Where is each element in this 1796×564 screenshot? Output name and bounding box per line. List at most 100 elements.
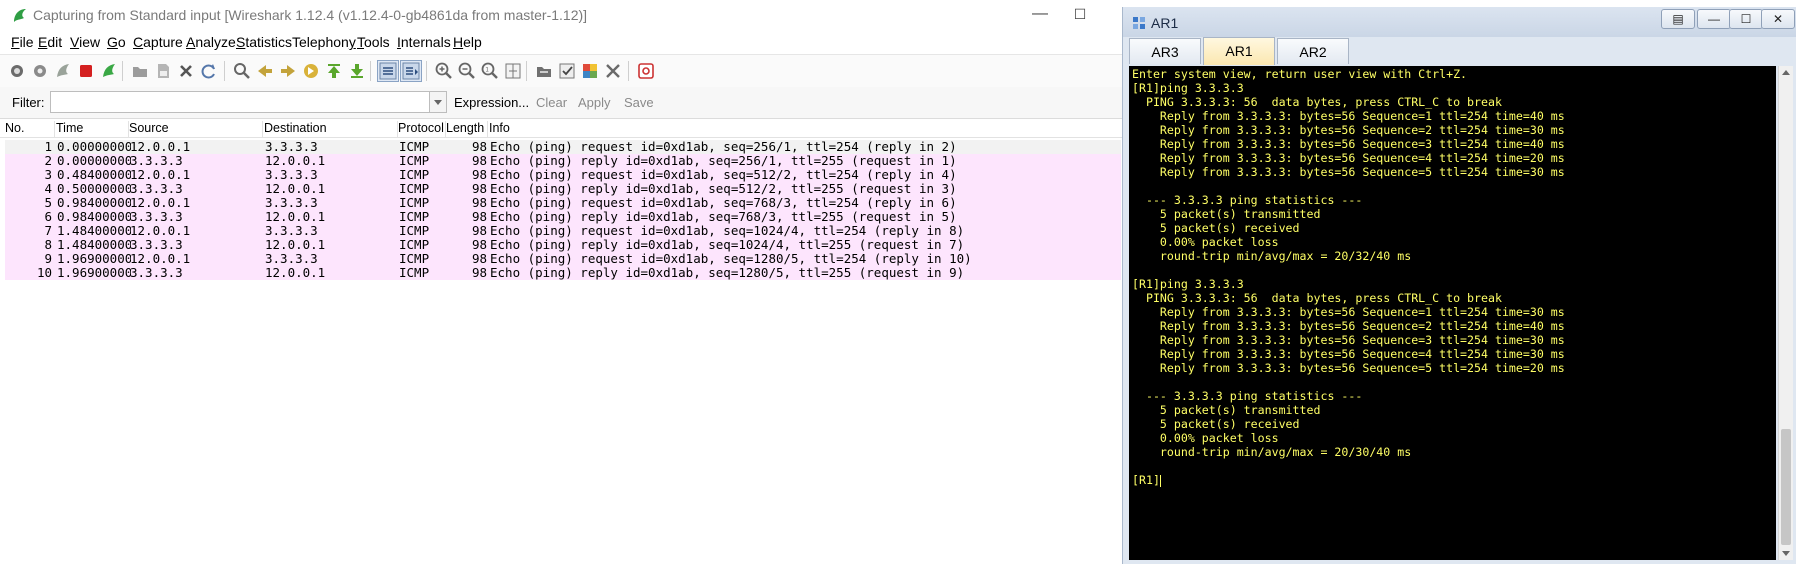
coloring-rules-icon[interactable]: [580, 61, 600, 81]
packet-time: 0.50000000: [57, 182, 131, 196]
menu-tools[interactable]: Tools: [357, 34, 390, 50]
scrollbar-thumb[interactable]: [1781, 429, 1791, 545]
go-forward-icon[interactable]: [278, 61, 298, 81]
toolbar-separator: [628, 61, 629, 81]
packet-length: 98: [471, 196, 487, 210]
menu-go[interactable]: Go: [107, 34, 126, 50]
packet-length: 98: [471, 168, 487, 182]
terminal-output[interactable]: Enter system view, return user view with…: [1129, 66, 1776, 560]
auto-scroll-icon[interactable]: [400, 60, 422, 82]
resize-columns-icon[interactable]: [503, 61, 523, 81]
column-header-protocol[interactable]: Protocol: [398, 121, 446, 137]
packet-number: 8: [44, 238, 52, 252]
save-filter-button[interactable]: Save: [624, 95, 654, 110]
terminal-line: Reply from 3.3.3.3: bytes=56 Sequence=5 …: [1132, 361, 1565, 375]
menu-view[interactable]: View: [70, 34, 100, 50]
terminal-line: Reply from 3.3.3.3: bytes=56 Sequence=4 …: [1132, 347, 1565, 361]
help-icon[interactable]: [636, 61, 656, 81]
zoom-normal-icon[interactable]: 1: [480, 61, 500, 81]
display-filters-icon[interactable]: [557, 61, 577, 81]
packet-length: 98: [471, 154, 487, 168]
terminal-line: Reply from 3.3.3.3: bytes=56 Sequence=1 …: [1132, 305, 1565, 319]
open-file-icon[interactable]: [130, 61, 150, 81]
table-row[interactable]: 9 1.96900000 12.0.0.1 3.3.3.3 ICMP 98 Echo (pi…: [5, 252, 1121, 266]
tab-ar2[interactable]: AR2: [1277, 38, 1349, 64]
restore-layout-button[interactable]: ▤: [1661, 9, 1695, 29]
preferences-icon[interactable]: [603, 61, 623, 81]
menu-statistics[interactable]: Statistics: [236, 34, 292, 50]
minimize-button[interactable]: —: [1028, 2, 1052, 26]
reload-icon[interactable]: [199, 61, 219, 81]
menu-analyze[interactable]: Analyze: [186, 34, 236, 50]
restart-capture-icon[interactable]: [99, 61, 119, 81]
terminal-minimize-button[interactable]: —: [1697, 9, 1731, 29]
table-row[interactable]: 2 0.00000000 3.3.3.3 12.0.0.1 ICMP 98 Echo (pi…: [5, 154, 1121, 168]
menu-file[interactable]: File: [11, 34, 34, 50]
filter-history-dropdown[interactable]: [429, 91, 447, 113]
scroll-down-arrow-icon[interactable]: [1782, 551, 1790, 556]
packet-info: Echo (ping) request id=0xd1ab, seq=256/1…: [490, 140, 957, 154]
go-to-packet-icon[interactable]: [301, 61, 321, 81]
menu-internals[interactable]: Internals: [397, 34, 451, 50]
wireshark-title-bar: Capturing from Standard input [Wireshark…: [0, 0, 1124, 30]
apply-filter-button[interactable]: Apply: [578, 95, 611, 110]
filter-label: Filter:: [12, 95, 45, 110]
zoom-out-icon[interactable]: [457, 61, 477, 81]
main-toolbar: 1: [0, 54, 1124, 88]
table-row[interactable]: 3 0.48400000 12.0.0.1 3.3.3.3 ICMP 98 Echo (pi…: [5, 168, 1121, 182]
terminal-maximize-button[interactable]: ☐: [1729, 9, 1763, 29]
interface-list-icon[interactable]: [7, 61, 27, 81]
terminal-close-button[interactable]: ✕: [1761, 9, 1795, 29]
maximize-button[interactable]: ☐: [1068, 2, 1092, 26]
table-row[interactable]: 5 0.98400000 12.0.0.1 3.3.3.3 ICMP 98 Echo (pi…: [5, 196, 1121, 210]
expression-button[interactable]: Expression...: [454, 95, 529, 110]
start-capture-icon[interactable]: [53, 61, 73, 81]
terminal-scrollbar[interactable]: [1778, 66, 1793, 560]
clear-filter-button[interactable]: Clear: [536, 95, 567, 110]
packet-info: Echo (ping) request id=0xd1ab, seq=512/2…: [490, 168, 957, 182]
packet-info: Echo (ping) reply id=0xd1ab, seq=512/2, …: [490, 182, 957, 196]
table-row[interactable]: 4 0.50000000 3.3.3.3 12.0.0.1 ICMP 98 Echo (pi…: [5, 182, 1121, 196]
tab-ar3[interactable]: AR3: [1129, 38, 1201, 64]
column-header-length[interactable]: Length: [446, 121, 488, 137]
table-row[interactable]: 8 1.48400000 3.3.3.3 12.0.0.1 ICMP 98 Echo (pi…: [5, 238, 1121, 252]
table-row[interactable]: 7 1.48400000 12.0.0.1 3.3.3.3 ICMP 98 Echo (pi…: [5, 224, 1121, 238]
menu-help[interactable]: Help: [453, 34, 482, 50]
packet-number: 10: [36, 266, 52, 280]
close-file-icon[interactable]: [176, 61, 196, 81]
capture-options-icon[interactable]: [30, 61, 50, 81]
packet-list-header: No. Time Source Destination Protocol Len…: [0, 119, 1124, 138]
scroll-up-arrow-icon[interactable]: [1782, 70, 1790, 75]
go-first-icon[interactable]: [324, 61, 344, 81]
menu-telephony[interactable]: Telephony: [292, 34, 356, 50]
packet-source: 3.3.3.3: [130, 266, 183, 280]
column-header-destination[interactable]: Destination: [264, 121, 398, 137]
table-row[interactable]: 1 0.00000000 12.0.0.1 3.3.3.3 ICMP 98 Echo (pi…: [5, 140, 1121, 154]
menu-capture[interactable]: Capture: [133, 34, 183, 50]
packet-source: 3.3.3.3: [130, 238, 183, 252]
column-header-no[interactable]: No.: [5, 121, 55, 137]
packet-source: 12.0.0.1: [130, 224, 191, 238]
column-header-info[interactable]: Info: [489, 121, 1089, 137]
menu-edit[interactable]: Edit: [38, 34, 62, 50]
column-header-time[interactable]: Time: [55, 121, 129, 137]
tab-ar1[interactable]: AR1: [1203, 37, 1275, 65]
go-last-icon[interactable]: [347, 61, 367, 81]
table-row[interactable]: 6 0.98400000 3.3.3.3 12.0.0.1 ICMP 98 Echo (pi…: [5, 210, 1121, 224]
terminal-line: [R1]ping 3.3.3.3: [1132, 277, 1244, 291]
go-back-icon[interactable]: [255, 61, 275, 81]
terminal-line: --- 3.3.3.3 ping statistics ---: [1132, 389, 1363, 403]
packet-length: 98: [471, 252, 487, 266]
toolbar-separator: [426, 61, 427, 81]
capture-filters-icon[interactable]: [534, 61, 554, 81]
table-row[interactable]: 10 1.96900000 3.3.3.3 12.0.0.1 ICMP 98 Echo (p…: [5, 266, 1121, 280]
save-file-icon[interactable]: [153, 61, 173, 81]
display-filter-input[interactable]: [50, 91, 430, 113]
colorize-icon[interactable]: [377, 60, 399, 82]
packet-info: Echo (ping) reply id=0xd1ab, seq=1280/5,…: [490, 266, 965, 280]
find-packet-icon[interactable]: [232, 61, 252, 81]
zoom-in-icon[interactable]: [434, 61, 454, 81]
column-header-source[interactable]: Source: [129, 121, 263, 137]
stop-capture-icon[interactable]: [76, 61, 96, 81]
